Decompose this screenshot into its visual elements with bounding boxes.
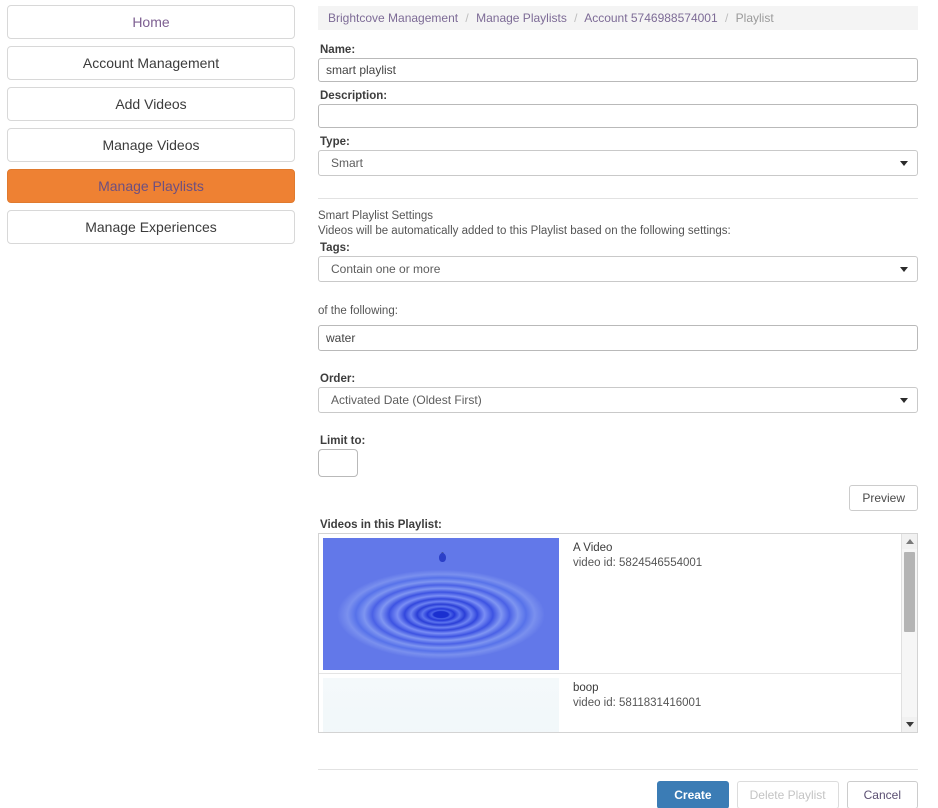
breadcrumb-separator: / bbox=[461, 11, 472, 25]
breadcrumb-separator: / bbox=[721, 11, 732, 25]
smart-settings-heading: Smart Playlist Settings bbox=[318, 209, 918, 224]
video-meta: A Video video id: 5824546554001 bbox=[563, 534, 702, 673]
of-the-following-label: of the following: bbox=[318, 304, 918, 319]
video-id: video id: 5811831416001 bbox=[573, 697, 701, 709]
sidebar-item-account-management[interactable]: Account Management bbox=[7, 46, 295, 80]
settings-divider bbox=[318, 198, 918, 199]
footer-divider bbox=[318, 769, 918, 770]
main-content: Brightcove Management / Manage Playlists… bbox=[318, 0, 918, 770]
sidebar-item-label: Manage Playlists bbox=[98, 178, 204, 194]
scroll-up-arrow-icon[interactable] bbox=[902, 534, 917, 549]
video-title: A Video bbox=[573, 542, 702, 554]
sidebar-item-add-videos[interactable]: Add Videos bbox=[7, 87, 295, 121]
sidebar-item-manage-experiences[interactable]: Manage Experiences bbox=[7, 210, 295, 244]
sidebar-item-home[interactable]: Home bbox=[7, 5, 295, 39]
video-id: video id: 5824546554001 bbox=[573, 557, 702, 569]
create-button[interactable]: Create bbox=[657, 781, 728, 808]
breadcrumb-separator: / bbox=[570, 11, 581, 25]
breadcrumb-item-manage-playlists[interactable]: Manage Playlists bbox=[476, 11, 567, 25]
videos-in-playlist-label: Videos in this Playlist: bbox=[320, 519, 918, 531]
scrollbar-thumb[interactable] bbox=[904, 552, 915, 632]
tags-select[interactable]: Contain one or more bbox=[318, 256, 918, 282]
footer-actions: Create Delete Playlist Cancel bbox=[657, 781, 918, 808]
video-title: boop bbox=[573, 682, 701, 694]
chevron-down-icon bbox=[900, 267, 908, 272]
videos-list: A Video video id: 5824546554001 boop bbox=[318, 533, 918, 733]
footer: Create Delete Playlist Cancel bbox=[318, 769, 918, 770]
playlist-editor-page: Home Account Management Add Videos Manag… bbox=[0, 0, 938, 808]
chevron-down-icon bbox=[900, 398, 908, 403]
tags-value-input[interactable] bbox=[318, 325, 918, 351]
sidebar-item-manage-playlists[interactable]: Manage Playlists bbox=[7, 169, 295, 203]
description-label: Description: bbox=[320, 90, 918, 102]
limit-input[interactable] bbox=[318, 449, 358, 477]
name-label: Name: bbox=[320, 44, 918, 56]
preview-row: Preview bbox=[318, 485, 918, 511]
sidebar-item-label: Manage Videos bbox=[102, 137, 199, 153]
order-label: Order: bbox=[320, 373, 918, 385]
cancel-button[interactable]: Cancel bbox=[847, 781, 918, 808]
video-meta: boop video id: 5811831416001 bbox=[563, 674, 701, 733]
video-list-item[interactable]: A Video video id: 5824546554001 bbox=[319, 534, 917, 674]
sidebar-item-label: Account Management bbox=[83, 55, 219, 71]
delete-playlist-button: Delete Playlist bbox=[737, 781, 839, 808]
description-input[interactable] bbox=[318, 104, 918, 128]
tags-select-value: Contain one or more bbox=[331, 262, 440, 276]
limit-label: Limit to: bbox=[320, 435, 918, 447]
smart-settings-subtext: Videos will be automatically added to th… bbox=[318, 224, 918, 239]
sidebar-item-label: Add Videos bbox=[115, 96, 186, 112]
preview-button[interactable]: Preview bbox=[849, 485, 918, 511]
videos-list-scrollbar[interactable] bbox=[901, 534, 917, 732]
sidebar-item-label: Home bbox=[132, 14, 169, 30]
type-select[interactable]: Smart bbox=[318, 150, 918, 176]
breadcrumb-item-account[interactable]: Account 5746988574001 bbox=[584, 11, 717, 25]
breadcrumb: Brightcove Management / Manage Playlists… bbox=[318, 6, 918, 30]
water-splash-icon bbox=[323, 678, 559, 733]
video-thumbnail bbox=[323, 678, 559, 733]
breadcrumb-item-playlist: Playlist bbox=[736, 11, 774, 25]
order-select[interactable]: Activated Date (Oldest First) bbox=[318, 387, 918, 413]
type-label: Type: bbox=[320, 136, 918, 148]
chevron-down-icon bbox=[900, 161, 908, 166]
sidebar-nav: Home Account Management Add Videos Manag… bbox=[7, 5, 295, 251]
sidebar-item-manage-videos[interactable]: Manage Videos bbox=[7, 128, 295, 162]
order-select-value: Activated Date (Oldest First) bbox=[331, 393, 482, 407]
tags-label: Tags: bbox=[320, 242, 918, 254]
water-droplet-icon bbox=[439, 553, 446, 562]
sidebar-item-label: Manage Experiences bbox=[85, 219, 217, 235]
video-list-item[interactable]: boop video id: 5811831416001 bbox=[319, 674, 917, 733]
breadcrumb-item-brightcove-management[interactable]: Brightcove Management bbox=[328, 11, 458, 25]
type-select-value: Smart bbox=[331, 156, 363, 170]
scroll-down-arrow-icon[interactable] bbox=[902, 717, 917, 732]
video-thumbnail bbox=[323, 538, 559, 670]
name-input[interactable] bbox=[318, 58, 918, 82]
